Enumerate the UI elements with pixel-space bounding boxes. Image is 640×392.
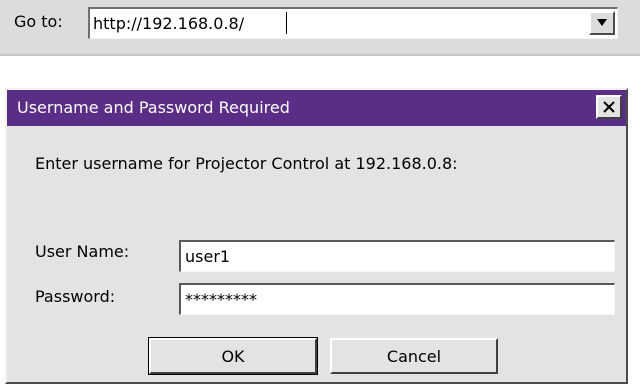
username-label: User Name: — [35, 242, 130, 261]
password-label: Password: — [35, 287, 116, 306]
close-button[interactable] — [596, 95, 622, 119]
auth-dialog: Username and Password Required Enter use… — [5, 88, 628, 384]
cancel-button[interactable]: Cancel — [330, 338, 498, 374]
password-field[interactable] — [179, 283, 615, 315]
chevron-down-icon — [597, 19, 607, 26]
text-caret — [286, 12, 287, 34]
close-icon — [603, 101, 615, 113]
address-bar: Go to: — [0, 0, 640, 56]
ok-button[interactable]: OK — [148, 337, 318, 375]
dialog-title-bar[interactable]: Username and Password Required — [7, 90, 626, 126]
url-combobox[interactable] — [88, 7, 618, 39]
goto-label: Go to: — [14, 12, 63, 31]
dialog-prompt: Enter username for Projector Control at … — [35, 154, 458, 173]
url-dropdown-button[interactable] — [589, 11, 615, 35]
url-input[interactable] — [93, 12, 573, 34]
username-field[interactable] — [179, 240, 615, 272]
dialog-title: Username and Password Required — [17, 98, 290, 117]
